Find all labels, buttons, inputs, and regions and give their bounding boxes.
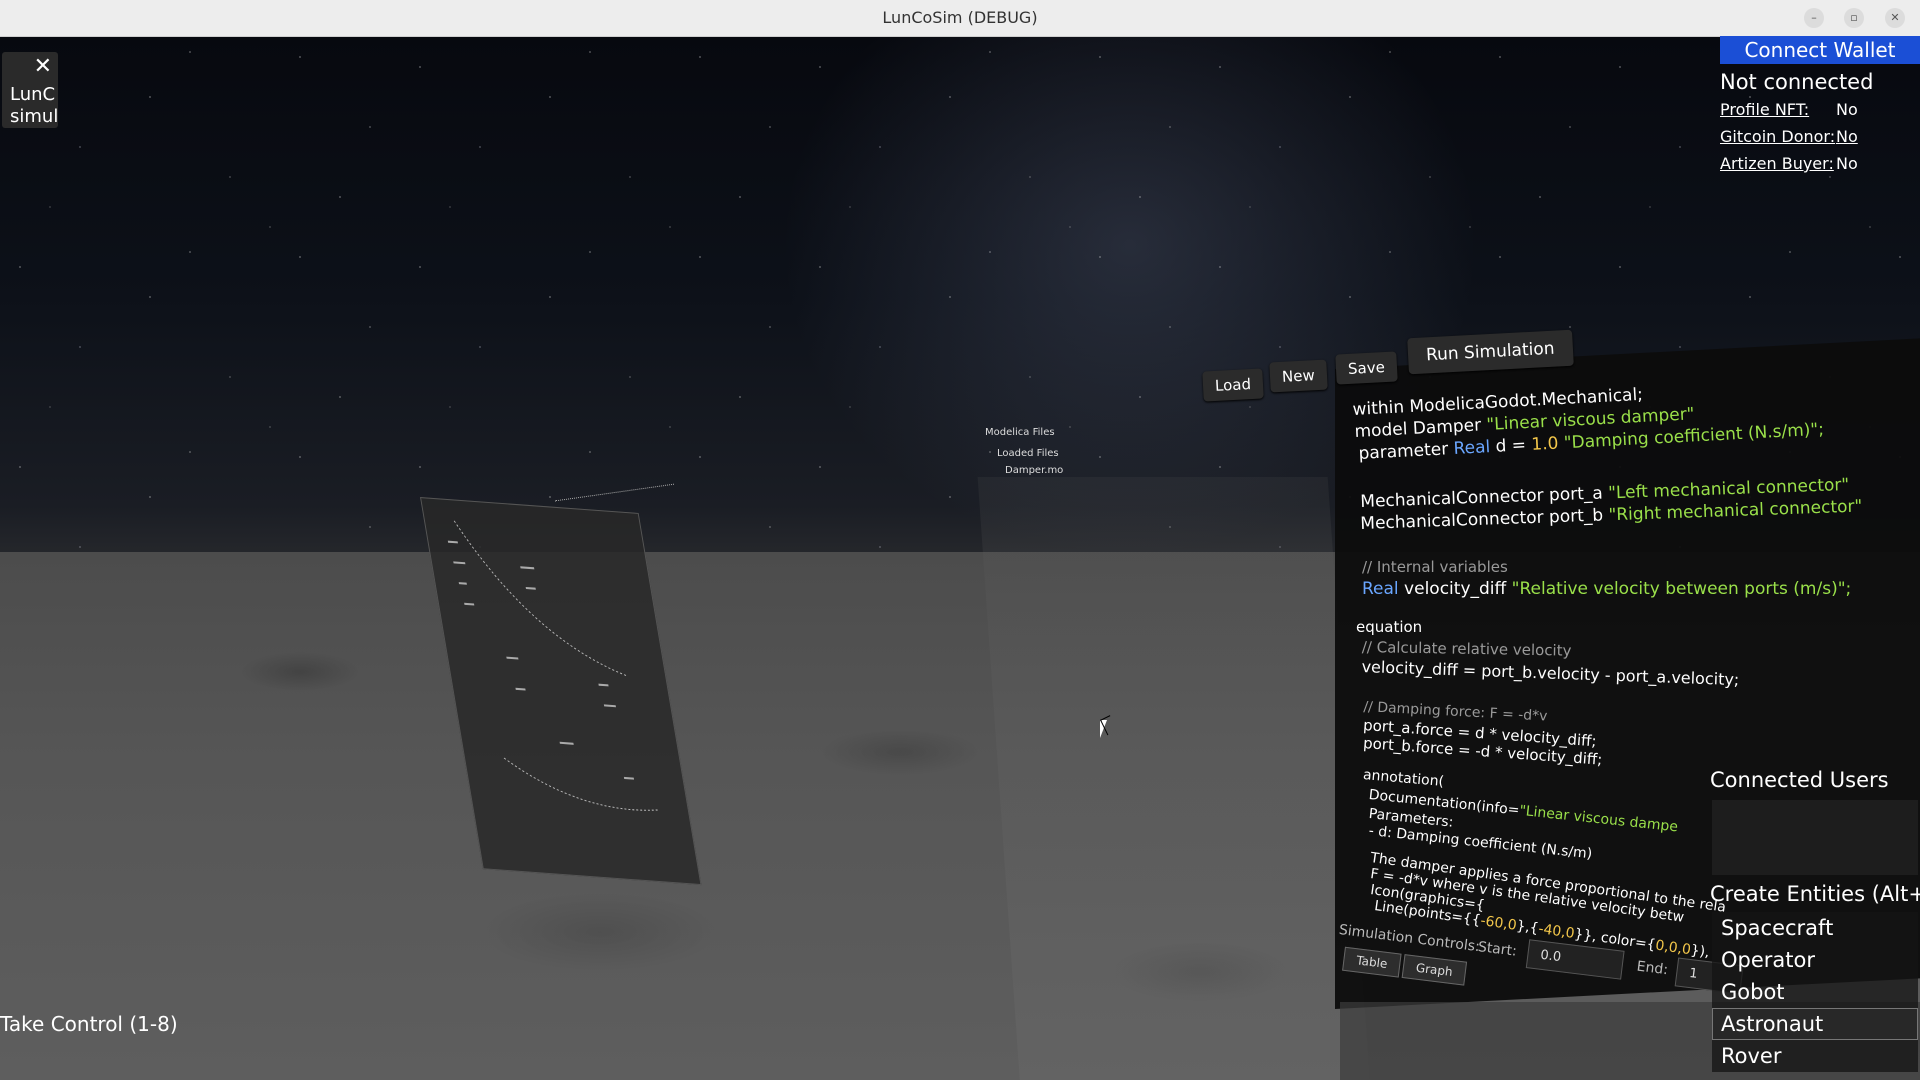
connect-wallet-button[interactable]: Connect Wallet	[1720, 36, 1920, 64]
popup-text-line: LunC	[10, 84, 56, 105]
info-popup: ✕ LunC simul	[2, 52, 58, 128]
gitcoin-donor-row: Gitcoin Donor: No	[1720, 127, 1858, 146]
tab-table[interactable]: Table	[1342, 946, 1402, 978]
save-button[interactable]: Save	[1335, 351, 1398, 385]
connected-users-title: Connected Users	[1710, 768, 1889, 792]
wallet-status: Not connected	[1720, 70, 1874, 94]
code-comment: // Internal variables	[1362, 558, 1508, 576]
title-bar: LunCoSim (DEBUG) – ▫ ✕	[0, 0, 1920, 37]
viewport-3d[interactable]: Modelica Files Loaded Files Damper.mo Lo…	[0, 37, 1920, 1080]
maximize-icon[interactable]: ▫	[1844, 8, 1864, 28]
window-title: LunCoSim (DEBUG)	[882, 8, 1038, 27]
load-button[interactable]: Load	[1202, 368, 1264, 402]
code-line: Real velocity_diff "Relative velocity be…	[1362, 579, 1852, 599]
loaded-files-label: Loaded Files	[997, 448, 1059, 459]
create-entities-list: Spacecraft Operator Gobot Astronaut Rove…	[1712, 912, 1918, 1072]
profile-nft-value: No	[1836, 100, 1858, 119]
start-label: Start:	[1477, 939, 1518, 960]
connected-users-list	[1712, 800, 1918, 875]
file-browser[interactable]: Modelica Files Loaded Files Damper.mo	[985, 427, 1085, 476]
file-browser-panel	[977, 477, 1373, 1080]
tab-graph[interactable]: Graph	[1401, 954, 1467, 986]
gitcoin-donor-value[interactable]: No	[1836, 127, 1858, 146]
entity-spacecraft[interactable]: Spacecraft	[1712, 912, 1918, 944]
profile-nft-row: Profile NFT: No	[1720, 100, 1858, 119]
new-button[interactable]: New	[1269, 359, 1328, 393]
artizen-buyer-link[interactable]: Artizen Buyer:	[1720, 154, 1834, 173]
code-line: equation	[1356, 618, 1423, 636]
entity-gobot[interactable]: Gobot	[1712, 976, 1918, 1008]
close-icon[interactable]: ✕	[1885, 8, 1905, 28]
mouse-cursor-icon	[1100, 720, 1107, 738]
entity-operator[interactable]: Operator	[1712, 944, 1918, 976]
artizen-buyer-row: Artizen Buyer: No	[1720, 154, 1858, 173]
create-entities-title: Create Entities (Alt+#)	[1710, 882, 1920, 906]
gitcoin-donor-link[interactable]: Gitcoin Donor:	[1720, 127, 1835, 146]
minimize-icon[interactable]: –	[1804, 8, 1824, 28]
entity-astronaut[interactable]: Astronaut	[1712, 1008, 1918, 1040]
take-control-hint: Take Control (1-8)	[0, 1012, 178, 1036]
file-item-damper[interactable]: Damper.mo	[1005, 465, 1085, 476]
profile-nft-link[interactable]: Profile NFT:	[1720, 100, 1809, 119]
file-browser-title: Modelica Files	[985, 427, 1055, 438]
entity-rover[interactable]: Rover	[1712, 1040, 1918, 1072]
end-label: End:	[1635, 958, 1669, 979]
popup-text-line: simul	[10, 106, 58, 127]
app-window: LunCoSim (DEBUG) – ▫ ✕ Modelica Files Lo…	[0, 0, 1920, 1080]
close-icon[interactable]: ✕	[34, 54, 52, 79]
artizen-buyer-value: No	[1836, 154, 1858, 173]
